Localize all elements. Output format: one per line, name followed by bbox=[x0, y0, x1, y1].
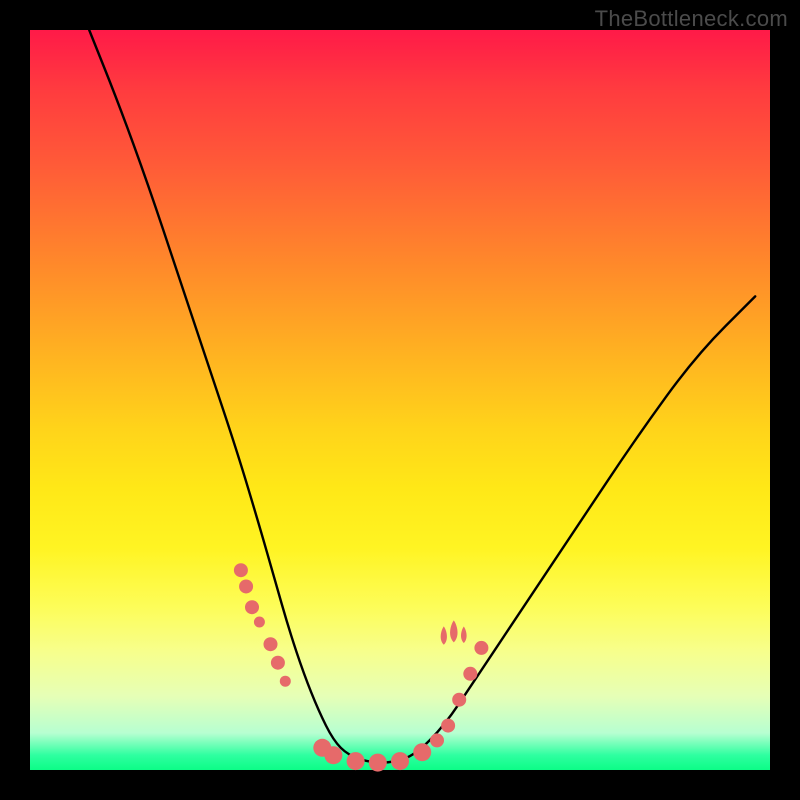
data-marker bbox=[264, 637, 278, 651]
data-marker bbox=[234, 563, 248, 577]
data-marker bbox=[391, 752, 409, 770]
curve-svg bbox=[30, 30, 770, 770]
fire-icon bbox=[441, 620, 467, 644]
fire-flame bbox=[441, 626, 447, 644]
data-marker bbox=[239, 579, 253, 593]
bottleneck-curve bbox=[89, 30, 755, 763]
data-marker bbox=[430, 733, 444, 747]
data-marker bbox=[245, 600, 259, 614]
marker-group bbox=[234, 563, 489, 771]
data-marker bbox=[280, 676, 291, 687]
data-marker bbox=[413, 743, 431, 761]
data-marker bbox=[254, 617, 265, 628]
data-marker bbox=[474, 641, 488, 655]
data-marker bbox=[324, 746, 342, 764]
chart-frame: TheBottleneck.com bbox=[0, 0, 800, 800]
data-marker bbox=[463, 667, 477, 681]
data-marker bbox=[271, 656, 285, 670]
data-marker bbox=[347, 752, 365, 770]
fire-flame bbox=[450, 620, 457, 642]
data-marker bbox=[441, 719, 455, 733]
data-marker bbox=[369, 754, 387, 772]
attribution-text: TheBottleneck.com bbox=[595, 6, 788, 32]
plot-area bbox=[30, 30, 770, 770]
fire-flame bbox=[461, 626, 467, 643]
data-marker bbox=[452, 693, 466, 707]
